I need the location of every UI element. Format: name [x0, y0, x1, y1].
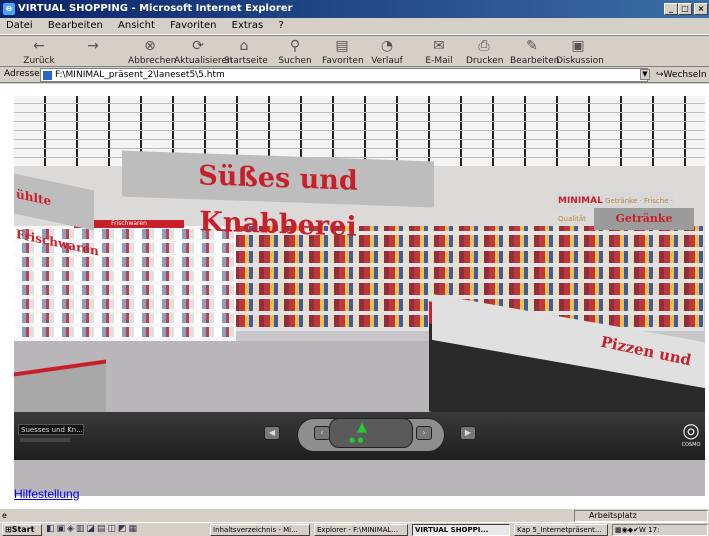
taskbar: ⊞Start ◧▣◈▥◪▤◫◩▦ Inhaltsverzeichnis - Mi… [0, 522, 709, 536]
maximize-button[interactable]: □ [678, 3, 692, 15]
slide-left-button[interactable]: ‹ [314, 426, 330, 440]
back-arrow-icon: ← [33, 38, 45, 54]
slide-right-button[interactable]: › [416, 426, 432, 440]
navigation-controls: Suesses und Kn... ◀ ‹ ▲ ● ● › ▶ ◎ COSMO [14, 412, 705, 460]
system-tray: ▦◉◆✔W 17: [612, 524, 708, 536]
print-icon: ⎙ [478, 38, 490, 54]
task-virtual-shopping[interactable]: VIRTUAL SHOPPI... [412, 524, 510, 536]
edit-icon: ✎ [526, 38, 538, 54]
go-button[interactable]: ↪Wechseln z [656, 70, 709, 80]
forward-button[interactable]: → [78, 36, 108, 68]
close-button[interactable]: × [694, 3, 708, 15]
address-input[interactable]: F:\MINIMAL_präsent_2\laneset5\5.htm [40, 68, 648, 82]
mail-button[interactable]: ✉ E-Mail [424, 36, 454, 68]
favorites-icon: ▤ [335, 38, 349, 54]
address-bar: Adresse F:\MINIMAL_präsent_2\laneset5\5.… [0, 67, 709, 83]
turn-left-button[interactable]: ◀ [264, 426, 280, 440]
task-kap5[interactable]: Kap 5_Internetpräsent... [514, 524, 608, 536]
menu-tools[interactable]: Extras [226, 18, 270, 31]
start-button[interactable]: ⊞Start [2, 524, 42, 536]
drinks-sign: Getränke [594, 208, 694, 230]
discuss-button[interactable]: ▣ Diskussion [556, 36, 604, 68]
discuss-icon: ▣ [571, 38, 585, 54]
refresh-button[interactable]: ⟳ Aktualisieren [174, 36, 233, 68]
minimize-button[interactable]: _ [664, 3, 678, 15]
quick-launch-icons[interactable]: ◧▣◈▥◪▤◫◩▦ [46, 524, 204, 536]
viewpoint-dropdown[interactable] [20, 438, 70, 442]
search-icon: ⚲ [289, 38, 301, 54]
direction-dots-icon: ● ● [349, 436, 364, 444]
mail-icon: ✉ [433, 38, 445, 54]
edit-button[interactable]: ✎ Bearbeiten [510, 36, 559, 68]
go-arrow-icon: ↪ [656, 70, 664, 80]
viewpoint-field[interactable]: Suesses und Kn... [18, 424, 84, 435]
menu-file[interactable]: Datei [0, 18, 39, 31]
back-button[interactable]: ← Zurück [22, 36, 56, 68]
history-button[interactable]: ◔ Verlauf [370, 36, 404, 68]
windows-logo-icon: ⊞ [5, 525, 12, 534]
address-dropdown-icon[interactable]: ▼ [640, 69, 650, 80]
task-explorer[interactable]: Explorer - F:\MINIMAL... [314, 524, 408, 536]
turn-right-button[interactable]: ▶ [460, 426, 476, 440]
favorites-button[interactable]: ▤ Favoriten [322, 36, 364, 68]
help-link[interactable]: Hilfestellung [14, 487, 79, 501]
clock: 17: [648, 526, 660, 534]
toolbar: ← Zurück → ⊗ Abbrechen ⟳ Aktualisieren ⌂ Sta… [0, 35, 709, 67]
tray-icons[interactable]: ▦◉◆✔W [615, 526, 646, 534]
stop-button[interactable]: ⊗ Abbrechen [128, 36, 177, 68]
menu-bar: Datei Bearbeiten Ansicht Favoriten Extra… [0, 18, 709, 35]
browser-window: e VIRTUAL SHOPPING - Microsoft Internet … [0, 0, 709, 536]
page-content: Frischwaren Süßes und Knabberei ühlte Fr… [0, 84, 709, 508]
forward-arrow-icon: → [87, 38, 99, 54]
menu-help[interactable]: ? [272, 18, 289, 31]
page-status-icon: e [2, 511, 7, 520]
cosmo-logo: ◎ COSMO [681, 418, 701, 448]
history-icon: ◔ [380, 38, 394, 54]
home-icon: ⌂ [239, 38, 249, 54]
walk-forward-icon[interactable]: ▲ [357, 420, 367, 435]
address-label: Adresse [4, 69, 40, 79]
ceiling [14, 96, 705, 166]
stop-icon: ⊗ [144, 38, 156, 54]
menu-view[interactable]: Ansicht [112, 18, 161, 31]
title-bar: e VIRTUAL SHOPPING - Microsoft Internet … [0, 0, 709, 18]
task-inhaltsverzeichnis[interactable]: Inhaltsverzeichnis - Mi... [210, 524, 310, 536]
search-button[interactable]: ⚲ Suchen [278, 36, 312, 68]
ie-logo-icon: e [3, 3, 15, 15]
print-button[interactable]: ⎙ Drucken [466, 36, 503, 68]
security-zone: Arbeitsplatz [574, 510, 708, 522]
window-title: VIRTUAL SHOPPING - Microsoft Internet Ex… [18, 3, 293, 14]
refresh-icon: ⟳ [192, 38, 204, 54]
home-button[interactable]: ⌂ Startseite [224, 36, 268, 68]
menu-favorites[interactable]: Favoriten [164, 18, 222, 31]
status-bar: e Arbeitsplatz [0, 508, 709, 522]
walk-control[interactable] [329, 418, 413, 448]
menu-edit[interactable]: Bearbeiten [42, 18, 109, 31]
